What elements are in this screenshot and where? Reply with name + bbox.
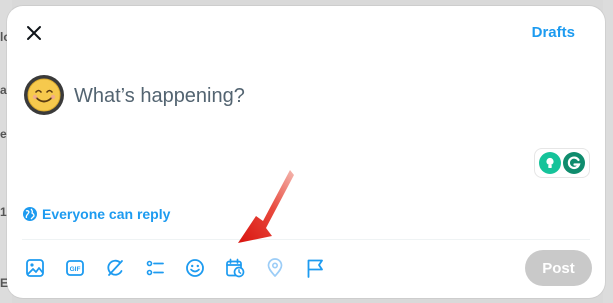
divider (22, 239, 590, 240)
flag-button[interactable] (303, 256, 327, 280)
compose-toolbar: GIF (23, 256, 343, 280)
schedule-icon (226, 258, 245, 278)
close-button[interactable] (21, 20, 47, 46)
location-button[interactable] (263, 256, 287, 280)
globe-icon (23, 207, 37, 221)
grammarly-widget[interactable] (534, 148, 590, 178)
gif-icon: GIF (66, 260, 84, 276)
compose-input[interactable] (74, 82, 514, 110)
reply-setting[interactable]: Everyone can reply (22, 206, 170, 222)
compose-dialog: Drafts Everyone can rep (7, 6, 605, 298)
poll-icon (146, 260, 164, 276)
schedule-button[interactable] (223, 256, 247, 280)
lightbulb-icon[interactable] (539, 152, 561, 174)
reply-setting-label: Everyone can reply (42, 206, 171, 222)
emoji-icon (186, 259, 204, 277)
flag-icon (307, 259, 323, 278)
media-button[interactable] (23, 256, 47, 280)
drafts-button[interactable]: Drafts (532, 24, 575, 41)
grok-button[interactable] (103, 256, 127, 280)
poll-button[interactable] (143, 256, 167, 280)
grok-icon (107, 259, 123, 276)
grammarly-g-icon[interactable] (563, 152, 585, 174)
smiley-avatar-icon (27, 78, 61, 112)
gif-button[interactable]: GIF (63, 256, 87, 280)
location-icon (267, 258, 283, 277)
close-icon (27, 26, 41, 40)
post-button[interactable]: Post (525, 250, 592, 286)
svg-text:GIF: GIF (70, 266, 81, 273)
media-icon (26, 259, 44, 277)
avatar[interactable] (24, 75, 64, 115)
emoji-button[interactable] (183, 256, 207, 280)
